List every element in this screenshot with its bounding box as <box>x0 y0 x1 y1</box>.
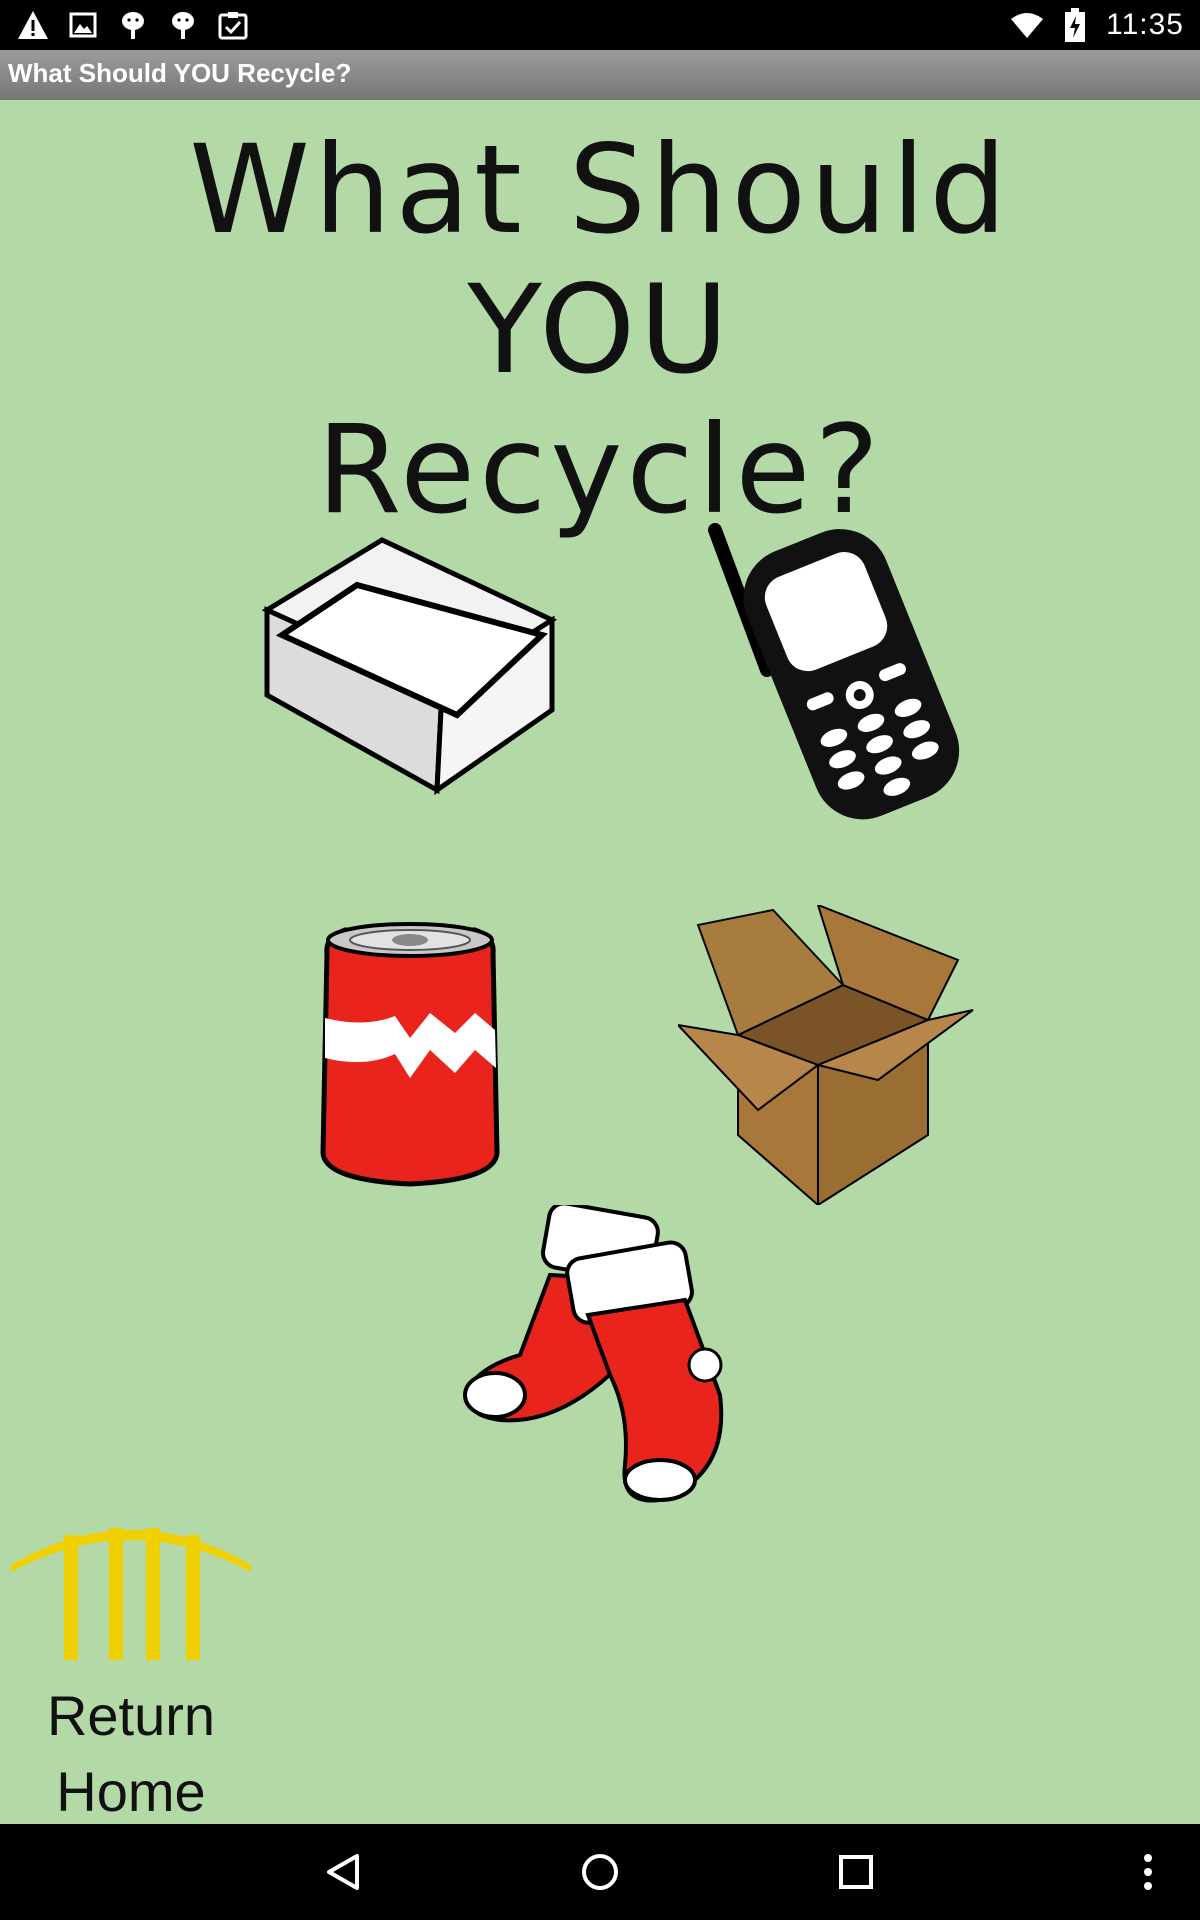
socks-icon[interactable] <box>460 1201 740 1505</box>
status-bar: 11:35 <box>0 0 1200 50</box>
cell-phone-icon[interactable] <box>705 520 965 820</box>
app-title: What Should YOU Recycle? <box>8 58 352 88</box>
android-icon <box>116 8 150 42</box>
android-icon <box>166 8 200 42</box>
warning-icon <box>16 8 50 42</box>
paper-stack-icon[interactable] <box>261 535 562 795</box>
overflow-menu-icon[interactable] <box>1118 1842 1178 1902</box>
return-home-button[interactable]: Return Home <box>6 1520 256 1823</box>
status-time: 11:35 <box>1106 8 1184 41</box>
cardboard-box-icon[interactable] <box>675 903 978 1208</box>
image-icon <box>66 8 100 42</box>
headline-line-2: YOU <box>467 259 733 401</box>
page-headline: What Should YOU Recycle? <box>0 120 1200 540</box>
back-icon[interactable] <box>313 1842 373 1902</box>
recents-icon[interactable] <box>826 1842 886 1902</box>
headline-line-3: Recycle? <box>316 399 884 541</box>
app-title-bar: What Should YOU Recycle? <box>0 50 1200 100</box>
return-home-label: Return Home <box>46 1684 216 1823</box>
wifi-icon <box>1010 8 1044 42</box>
battery-charging-icon <box>1058 8 1092 42</box>
arch-logo-icon <box>11 1528 251 1660</box>
system-navigation-bar <box>0 1824 1200 1920</box>
soda-can-icon[interactable] <box>315 918 505 1190</box>
headline-line-1: What Should <box>189 119 1011 261</box>
home-icon[interactable] <box>570 1842 630 1902</box>
clipboard-check-icon <box>216 8 250 42</box>
